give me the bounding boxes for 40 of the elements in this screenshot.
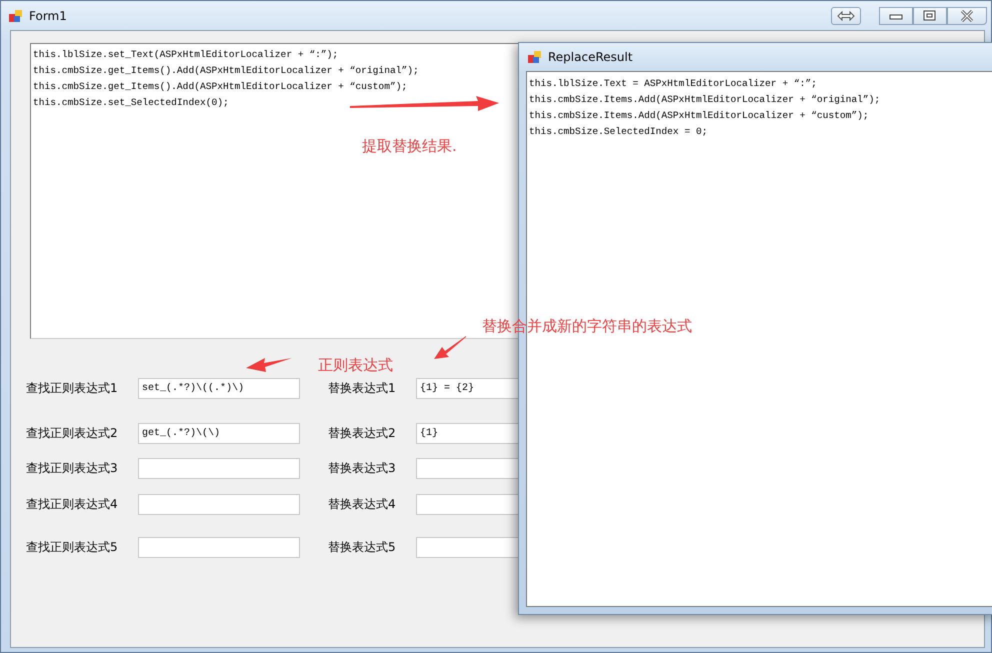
field-label: 查找正则表达式4 <box>26 496 119 513</box>
close-button[interactable] <box>947 6 987 24</box>
code-line: this.cmbSize.get_Items().Add(ASPxHtmlEditorLocalizer + “original”); <box>33 64 419 78</box>
field-label: 替换表达式4 <box>328 496 397 513</box>
input-field[interactable]: get_(.*?)\(\) <box>138 423 300 444</box>
field-label: 替换表达式1 <box>328 380 397 397</box>
field-label: 查找正则表达式3 <box>26 460 119 477</box>
input-field[interactable] <box>138 494 300 515</box>
field-label: 替换表达式3 <box>328 460 397 477</box>
minimize-icon <box>889 12 903 20</box>
code-line: this.cmbSize.get_Items().Add(ASPxHtmlEditorLocalizer + “custom”); <box>33 80 408 94</box>
field-label: 替换表达式5 <box>328 539 397 556</box>
code-line: this.lblSize.Text = ASPxHtmlEditorLocalizer + “:”; <box>529 77 817 91</box>
close-icon <box>960 10 974 22</box>
arrow-icon <box>246 357 292 373</box>
maximize-button[interactable] <box>913 6 947 24</box>
code-line: this.cmbSize.Items.Add(ASPxHtmlEditorLocalizer + “original”); <box>529 93 880 107</box>
app-icon <box>9 8 23 22</box>
code-line: this.cmbSize.SelectedIndex = 0; <box>529 125 708 139</box>
minimize-button[interactable] <box>879 6 913 24</box>
code-line: this.cmbSize.Items.Add(ASPxHtmlEditorLocalizer + “custom”); <box>529 109 869 123</box>
resize-button[interactable] <box>831 6 861 24</box>
input-field[interactable] <box>138 537 300 558</box>
input-field[interactable]: set_(.*?)\((.*)\) <box>138 378 300 399</box>
double-arrow-icon <box>837 10 855 20</box>
annotation-text: 正则表达式 <box>318 356 393 374</box>
window-title: Form1 <box>29 8 67 22</box>
field-label: 查找正则表达式2 <box>26 425 119 442</box>
annotation-text: 提取替换结果. <box>362 137 457 155</box>
arrow-icon <box>350 96 500 112</box>
window-title: ReplaceResult <box>548 50 633 64</box>
maximize-icon <box>923 10 937 22</box>
input-field[interactable] <box>138 458 300 479</box>
field-label: 替换表达式2 <box>328 425 397 442</box>
app-icon <box>528 50 542 64</box>
field-label: 查找正则表达式5 <box>26 539 119 556</box>
arrow-icon <box>434 336 466 360</box>
code-line: this.cmbSize.set_SelectedIndex(0); <box>33 96 229 110</box>
code-line: this.lblSize.set_Text(ASPxHtmlEditorLocalizer + “:”); <box>33 48 338 62</box>
field-label: 查找正则表达式1 <box>26 380 119 397</box>
